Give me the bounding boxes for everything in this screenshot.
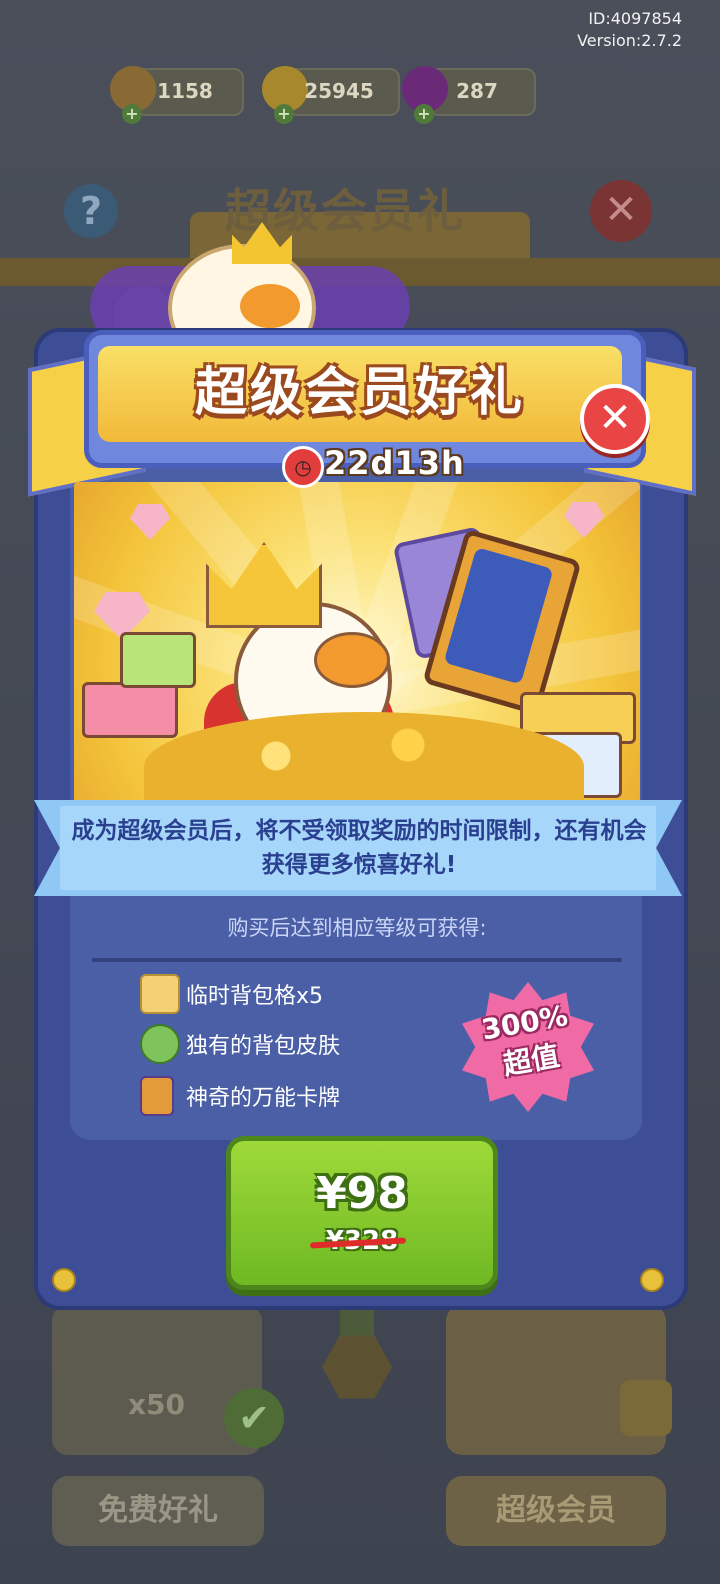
duck-beak — [240, 284, 300, 328]
free-gift-count: x50 — [128, 1388, 186, 1421]
check-icon: ✔ — [224, 1388, 284, 1448]
perks-subheading: 购买后达到相应等级可获得: — [227, 916, 487, 940]
gem-value: 287 — [456, 79, 498, 103]
price-current: ¥98 — [316, 1168, 408, 1219]
gem-counter[interactable]: + 287 — [402, 66, 536, 124]
modal-timer: ◷ 22d13h — [270, 440, 464, 492]
vip-illustration — [74, 482, 640, 812]
coin-pile — [144, 712, 584, 812]
add-coin-icon[interactable]: + — [274, 104, 294, 124]
ticket-counter[interactable]: + 1158 — [110, 66, 244, 124]
help-icon: ? — [64, 184, 118, 238]
add-ticket-icon[interactable]: + — [122, 104, 142, 124]
modal-title: 超级会员好礼 — [194, 363, 525, 423]
coin-value: 25945 — [304, 79, 374, 103]
add-gem-icon[interactable]: + — [414, 104, 434, 124]
perk-label: 神奇的万能卡牌 — [186, 1086, 341, 1111]
close-button[interactable]: ✕ — [580, 384, 650, 454]
dino-backpack-icon — [140, 1024, 180, 1064]
player-id: ID:4097854 — [588, 9, 682, 28]
clock-icon: ◷ — [282, 446, 324, 488]
version-label: Version:2.7.2 — [577, 31, 682, 50]
lock-icon — [620, 1380, 672, 1436]
background-close-icon: ✕ — [590, 180, 652, 242]
king-duck-beak — [314, 632, 390, 688]
magic-card-icon — [140, 1076, 174, 1116]
description-text: 成为超级会员后，将不受领取奖励的时间限制，还有机会获得更多惊喜好礼! — [71, 818, 647, 878]
timer-text: 22d13h — [324, 444, 465, 482]
build-info: ID:4097854 Version:2.7.2 — [577, 8, 682, 52]
joker-card-face — [443, 547, 554, 685]
backpack-slot-icon — [140, 974, 180, 1014]
gem-decoration — [130, 504, 170, 540]
perk-label: 独有的背包皮肤 — [186, 1034, 341, 1059]
screw-icon — [52, 1268, 76, 1292]
perk-label: 临时背包格x5 — [186, 984, 324, 1009]
gift-box — [120, 632, 196, 688]
super-vip-tab: 超级会员 — [446, 1476, 666, 1546]
free-gift-tab: 免费好礼 — [52, 1476, 264, 1546]
divider — [92, 958, 622, 962]
gift-box — [82, 682, 178, 738]
screw-icon — [640, 1268, 664, 1292]
coin-counter[interactable]: + 25945 — [262, 66, 400, 124]
ticket-value: 1158 — [157, 79, 213, 103]
